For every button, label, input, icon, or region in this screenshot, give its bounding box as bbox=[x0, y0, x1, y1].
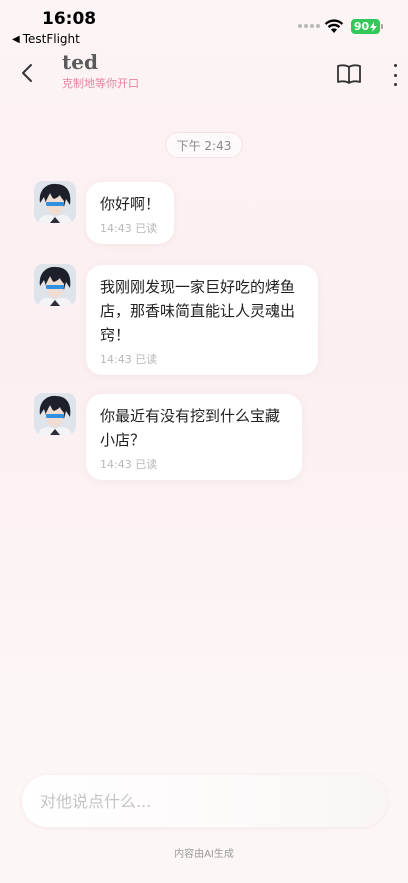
chat-header: ted 克制地等你开口 bbox=[0, 50, 408, 106]
cellular-signal-icon bbox=[298, 24, 320, 28]
message-input-container[interactable] bbox=[22, 775, 387, 827]
avatar-image bbox=[34, 264, 76, 306]
avatar[interactable] bbox=[34, 181, 76, 223]
battery-level: 90 bbox=[353, 20, 370, 33]
character-status: 克制地等你开口 bbox=[62, 77, 139, 90]
message-text: 你最近有没有挖到什么宝藏小店？ bbox=[100, 407, 281, 449]
read-status: 已读 bbox=[135, 353, 158, 366]
avatar-image bbox=[34, 393, 76, 435]
back-button[interactable] bbox=[14, 60, 40, 86]
composer: 内容由AI生成 bbox=[0, 765, 408, 883]
message-time: 14:43 bbox=[100, 353, 132, 366]
book-icon[interactable] bbox=[336, 62, 362, 86]
back-triangle-icon: ◀ bbox=[12, 33, 20, 45]
message-meta: 14:43 已读 bbox=[100, 456, 288, 472]
read-status: 已读 bbox=[135, 458, 158, 471]
message-text: 我刚刚发现一家巨好吃的烤鱼店，那香味简直能让人灵魂出窍！ bbox=[100, 278, 296, 344]
message-time: 14:43 bbox=[100, 458, 132, 471]
read-status: 已读 bbox=[135, 222, 158, 235]
status-time: 16:08 bbox=[42, 9, 97, 29]
charging-bolt-icon bbox=[370, 21, 378, 32]
message-bubble[interactable]: 你好啊！ 14:43 已读 bbox=[86, 182, 175, 244]
message-bubble[interactable]: 我刚刚发现一家巨好吃的烤鱼店，那香味简直能让人灵魂出窍！ 14:43 已读 bbox=[86, 265, 318, 375]
chevron-left-icon bbox=[22, 64, 32, 82]
wifi-icon bbox=[324, 19, 344, 33]
avatar[interactable] bbox=[34, 264, 76, 306]
back-to-app-link[interactable]: ◀ TestFlight bbox=[12, 32, 80, 46]
page-title: ted bbox=[62, 50, 98, 74]
ai-disclaimer: 内容由AI生成 bbox=[174, 849, 234, 860]
battery-icon: 90 bbox=[351, 19, 383, 34]
status-bar: 16:08 ◀ TestFlight 90 bbox=[0, 0, 408, 50]
avatar[interactable] bbox=[34, 393, 76, 435]
time-divider: 下午 2:43 bbox=[165, 132, 243, 158]
message-meta: 14:43 已读 bbox=[100, 351, 304, 367]
back-app-label: TestFlight bbox=[22, 32, 80, 46]
more-options-icon[interactable] bbox=[386, 64, 404, 86]
avatar-image bbox=[34, 181, 76, 223]
message-input[interactable] bbox=[40, 791, 360, 811]
message-meta: 14:43 已读 bbox=[100, 220, 160, 236]
message-bubble[interactable]: 你最近有没有挖到什么宝藏小店？ 14:43 已读 bbox=[86, 394, 302, 480]
message-text: 你好啊！ bbox=[100, 195, 161, 213]
message-time: 14:43 bbox=[100, 222, 132, 235]
